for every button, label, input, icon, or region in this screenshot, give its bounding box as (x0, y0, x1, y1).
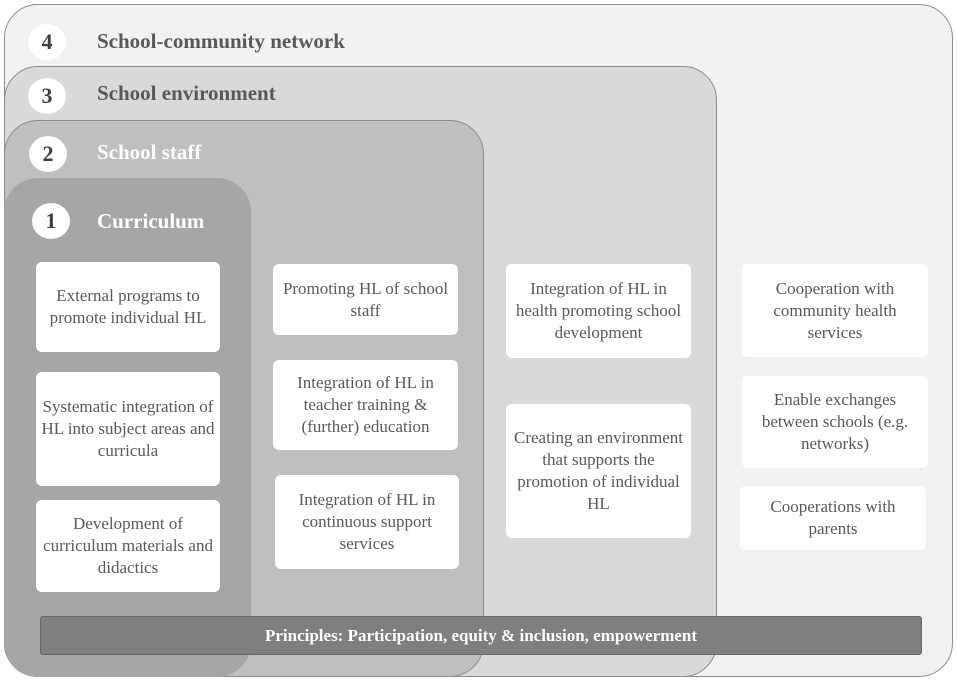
layer-number-4: 4 (28, 24, 66, 60)
card-systematic-integration: Systematic integration of HL into subjec… (36, 372, 220, 486)
layer-title-4: School-community network (97, 29, 345, 53)
layer-title-3: School environment (97, 81, 276, 105)
layer-title-1: Curriculum (97, 209, 205, 233)
card-curriculum-materials: Development of curriculum materials and … (36, 500, 220, 592)
layer-number-3: 3 (28, 78, 66, 114)
card-school-development: Integration of HL in health promoting sc… (506, 264, 691, 358)
card-community-health: Cooperation with community health servic… (742, 264, 928, 357)
card-teacher-training: Integration of HL in teacher training & … (273, 360, 458, 450)
principles-bar: Principles: Participation, equity & incl… (40, 616, 922, 655)
card-support-services: Integration of HL in continuous support … (275, 475, 459, 569)
layer-number-1: 1 (32, 203, 70, 239)
card-school-exchanges: Enable exchanges between schools (e.g. n… (742, 376, 928, 468)
layer-title-2: School staff (97, 140, 202, 164)
card-external-programs: External programs to promote individual … (36, 262, 220, 352)
layer-number-2: 2 (29, 136, 67, 172)
card-supportive-environment: Creating an environment that supports th… (506, 404, 691, 538)
card-promoting-staff-hl: Promoting HL of school staff (273, 264, 458, 335)
card-parents: Cooperations with parents (740, 486, 926, 550)
